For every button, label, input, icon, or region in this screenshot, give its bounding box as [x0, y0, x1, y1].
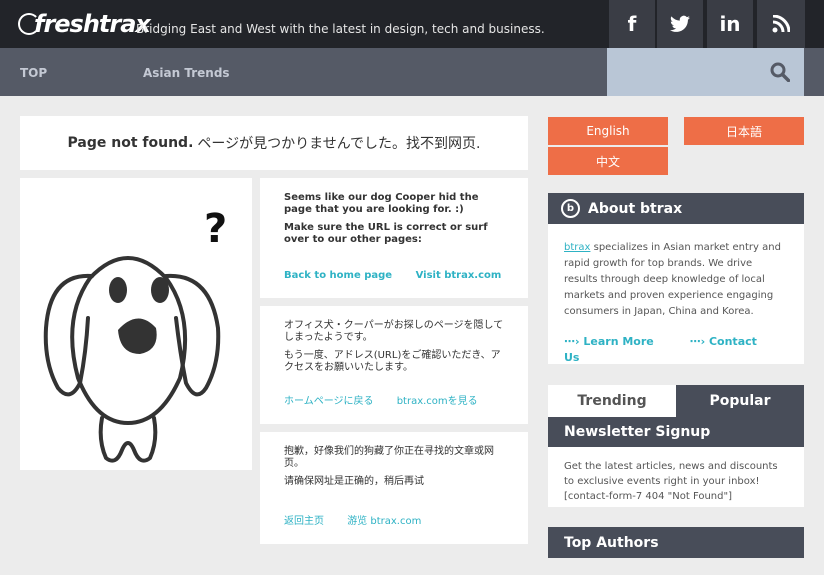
- tagline: Bridging East and West with the latest i…: [136, 22, 545, 36]
- about-header: b About btrax: [548, 193, 804, 224]
- back-home-link[interactable]: Back to home page: [284, 270, 392, 281]
- twitter-button[interactable]: [655, 0, 703, 48]
- facebook-icon: f: [627, 12, 637, 36]
- btrax-link[interactable]: btrax: [564, 242, 590, 253]
- visit-btrax-link-zh[interactable]: 游览 btrax.com: [347, 516, 421, 527]
- lang-japanese-button[interactable]: 日本語: [684, 117, 804, 145]
- tab-popular[interactable]: Popular: [676, 385, 804, 417]
- message-japanese-line2: もう一度、アドレス(URL)をご確認いただき、アクセスをお願いいたします。: [284, 350, 501, 373]
- message-japanese-line1: オフィス犬・クーパーがお探しのページを隠してしまったようです。: [284, 320, 504, 343]
- visit-btrax-link-ja[interactable]: btrax.comを見る: [397, 396, 478, 407]
- message-chinese-line2: 请确保网址是正确的，稍后再试: [284, 476, 424, 487]
- logo-text: freshtrax: [34, 10, 151, 38]
- top-authors-header: Top Authors: [548, 527, 804, 558]
- back-home-link-ja[interactable]: ホームページに戻る: [284, 396, 374, 407]
- message-english: Seems like our dog Cooper hid the page t…: [260, 178, 528, 298]
- message-chinese: 抱歉，好像我们的狗藏了你正在寻找的文章或网页。 请确保网址是正确的，稍后再试 返…: [260, 432, 528, 544]
- newsletter-form-error: [contact-form-7 404 "Not Found"]: [564, 491, 732, 502]
- message-japanese: オフィス犬・クーパーがお探しのページを隠してしまったようです。 もう一度、アドレ…: [260, 306, 528, 424]
- nav-item-asian-trends[interactable]: Asian Trends: [143, 66, 230, 80]
- nav-item-top[interactable]: TOP: [20, 66, 47, 80]
- learn-more-link[interactable]: ⋯› Learn More: [564, 335, 670, 348]
- facebook-button[interactable]: f: [607, 0, 655, 48]
- dog-illustration-panel: ?: [20, 178, 252, 470]
- rss-button[interactable]: [755, 0, 805, 48]
- search-icon[interactable]: [770, 62, 790, 82]
- about-body: btrax specializes in Asian market entry …: [548, 224, 804, 364]
- about-text: specializes in Asian market entry and ra…: [564, 242, 781, 317]
- rss-icon: [772, 15, 790, 33]
- page-not-found-title: Page not found.: [67, 135, 194, 151]
- newsletter-text: Get the latest articles, news and discou…: [564, 461, 778, 487]
- visit-btrax-link[interactable]: Visit btrax.com: [416, 270, 502, 281]
- page-not-found-translations: ページが見つかりませんでした。找不到网页.: [197, 136, 481, 152]
- dog-illustration: ?: [43, 206, 227, 463]
- linkedin-button[interactable]: in: [705, 0, 753, 48]
- lang-chinese-button[interactable]: 中文: [548, 147, 668, 175]
- twitter-icon: [670, 15, 690, 32]
- message-english-line2: Make sure the URL is correct or surf ove…: [284, 222, 488, 245]
- tab-trending[interactable]: Trending: [548, 385, 676, 417]
- top-bar: freshtrax Bridging East and West with th…: [0, 0, 824, 48]
- message-english-line1: Seems like our dog Cooper hid the page t…: [284, 192, 479, 215]
- btrax-logo-icon: b: [561, 199, 580, 218]
- newsletter-header: Newsletter Signup: [548, 417, 804, 447]
- message-chinese-line1: 抱歉，好像我们的狗藏了你正在寻找的文章或网页。: [284, 446, 494, 469]
- search-area[interactable]: [607, 48, 804, 96]
- article-tabs: Trending Popular: [548, 385, 804, 417]
- question-mark-icon: ?: [204, 206, 227, 252]
- page-not-found-banner: Page not found. ページが見つかりませんでした。找不到网页.: [20, 116, 528, 170]
- logo[interactable]: freshtrax: [18, 8, 151, 40]
- back-home-link-zh[interactable]: 返回主页: [284, 516, 324, 527]
- lang-english-button[interactable]: English: [548, 117, 668, 145]
- newsletter-body: Get the latest articles, news and discou…: [548, 447, 804, 507]
- linkedin-icon: in: [719, 12, 741, 36]
- about-title: About btrax: [588, 200, 683, 217]
